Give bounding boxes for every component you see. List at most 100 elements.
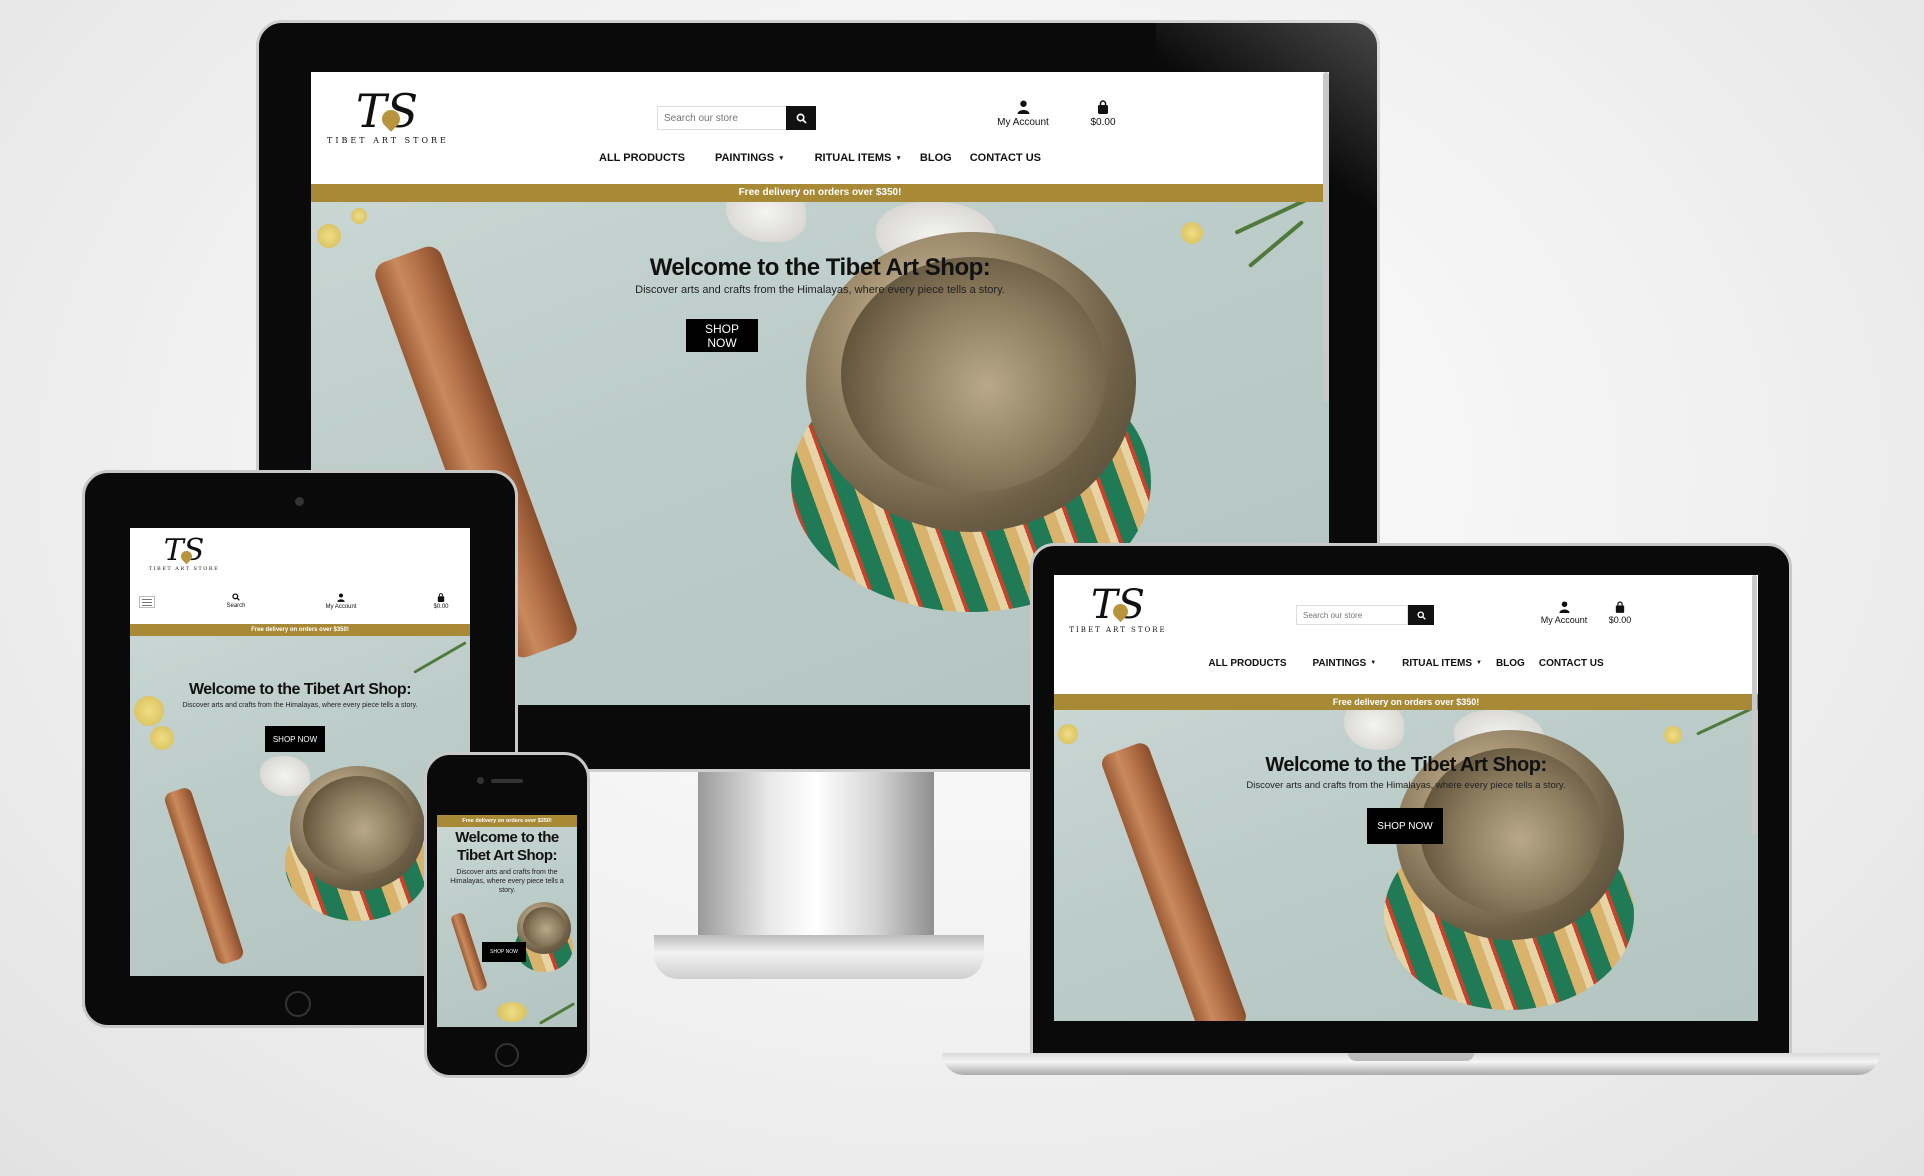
nav-blog[interactable]: BLOG <box>1496 658 1525 669</box>
nav-contact-us[interactable]: CONTACT US <box>970 152 1041 164</box>
monitor-stand-base <box>654 935 984 979</box>
nav-ritual-items-label: RITUAL ITEMS <box>814 152 892 164</box>
nav-all-products[interactable]: ALL PRODUCTS <box>599 152 685 164</box>
nav-ritual-items[interactable]: RITUAL ITEMS ▼ <box>1402 658 1482 669</box>
search-icon <box>232 593 240 601</box>
promo-banner: Free delivery on orders over $350! <box>437 815 577 827</box>
flower-decoration <box>317 224 341 248</box>
cart-total: $0.00 <box>433 604 449 610</box>
laptop-screen: TS TIBET ART STORE My Account $0.00 ALL … <box>1054 575 1758 1021</box>
search-input[interactable] <box>1296 605 1408 625</box>
leaf-decoration <box>538 1002 576 1025</box>
flower-decoration <box>1664 726 1682 744</box>
user-icon <box>337 593 345 602</box>
hero-subtitle: Discover arts and crafts from the Himala… <box>450 869 564 894</box>
promo-banner: Free delivery on orders over $350! <box>311 184 1329 202</box>
rock-decoration <box>726 202 806 242</box>
hero-subtitle: Discover arts and crafts from the Himala… <box>182 702 418 709</box>
phone-speaker <box>491 779 523 783</box>
hero-subtitle: Discover arts and crafts from the Himala… <box>1246 780 1566 791</box>
caret-down-icon: ▼ <box>778 154 785 162</box>
cart-total: $0.00 <box>1608 615 1632 625</box>
promo-banner: Free delivery on orders over $350! <box>1054 694 1758 710</box>
phone: Free delivery on orders over $350! Welco… <box>424 752 590 1078</box>
leaf-decoration <box>1696 710 1752 736</box>
logo[interactable]: TS TIBET ART STORE <box>1068 585 1168 634</box>
scrollbar[interactable] <box>1323 72 1329 402</box>
hero-title: Welcome to the Tibet Art Shop: <box>455 829 559 864</box>
shopping-bag-icon <box>437 593 445 602</box>
account-label: My Account <box>997 117 1049 128</box>
hero-title: Welcome to the Tibet Art Shop: <box>1265 754 1547 776</box>
caret-down-icon: ▼ <box>895 154 902 162</box>
nav-paintings-label: PAINTINGS <box>714 152 775 164</box>
caret-down-icon: ▼ <box>1370 660 1377 667</box>
nav-blog[interactable]: BLOG <box>920 152 952 164</box>
singing-bowl-inside <box>303 776 413 874</box>
monitor-stand-neck <box>698 772 934 942</box>
search-link[interactable]: Search <box>216 593 256 609</box>
user-icon <box>1017 100 1029 114</box>
hamburger-menu-icon[interactable] <box>139 596 155 608</box>
cart-total: $0.00 <box>1090 117 1116 128</box>
laptop-notch <box>1348 1053 1474 1061</box>
main-nav: ALL PRODUCTS PAINTINGS ▼ RITUAL ITEMS ▼ BL… <box>311 152 1329 164</box>
tablet-camera <box>295 497 304 506</box>
search-button[interactable] <box>1408 605 1434 625</box>
shop-now-button[interactable]: SHOP NOW <box>265 726 325 752</box>
cart-link[interactable]: $0.00 <box>1083 100 1123 128</box>
main-nav: ALL PRODUCTS PAINTINGS ▼ RITUAL ITEMS ▼ BL… <box>1054 658 1758 669</box>
scrollbar[interactable] <box>1752 575 1757 835</box>
phone-screen: Free delivery on orders over $350! Welco… <box>437 815 577 1027</box>
search-label: Search <box>226 603 246 609</box>
promo-banner: Free delivery on orders over $350! <box>130 624 470 636</box>
hero: Welcome to the Tibet Art Shop: Discover … <box>130 636 470 976</box>
tablet-screen: TS TIBET ART STORE Search My Account $0.… <box>130 528 470 976</box>
flower-decoration <box>1058 724 1078 744</box>
account-link[interactable]: My Account <box>991 100 1055 128</box>
singing-bowl-inside <box>523 907 565 947</box>
flower-decoration <box>150 726 174 750</box>
hero: Welcome to the Tibet Art Shop: Discover … <box>437 827 577 1027</box>
phone-camera <box>477 777 484 784</box>
nav-all-products[interactable]: ALL PRODUCTS <box>1208 658 1286 669</box>
logo[interactable]: TS TIBET ART STORE <box>327 88 447 145</box>
search-icon <box>796 113 807 124</box>
hero: Welcome to the Tibet Art Shop: Discover … <box>1054 710 1758 1021</box>
search-input[interactable] <box>657 106 787 130</box>
hero-subtitle: Discover arts and crafts from the Himala… <box>635 284 1005 296</box>
account-label: My Account <box>1540 615 1588 625</box>
mallet-decoration <box>162 786 246 966</box>
rock-decoration <box>1344 710 1404 750</box>
user-icon <box>1558 601 1570 613</box>
nav-paintings-label: PAINTINGS <box>1312 658 1367 669</box>
cart-link[interactable]: $0.00 <box>1602 601 1638 625</box>
nav-paintings[interactable]: PAINTINGS ▼ <box>1313 658 1377 669</box>
flower-decoration <box>497 1002 527 1022</box>
logo[interactable]: TS TIBET ART STORE <box>144 536 224 573</box>
shopping-bag-icon <box>1615 601 1625 613</box>
account-link[interactable]: My Account <box>316 593 366 610</box>
caret-down-icon: ▼ <box>1476 660 1482 667</box>
flower-decoration <box>1181 222 1203 244</box>
shop-now-button[interactable]: SHOP NOW <box>686 319 758 352</box>
search-icon <box>1416 610 1426 620</box>
leaf-decoration <box>413 641 467 674</box>
flower-decoration <box>134 696 164 726</box>
tablet-home-button <box>285 991 311 1017</box>
shop-now-button[interactable]: SHOP NOW <box>1367 808 1443 844</box>
search-button[interactable] <box>786 106 816 130</box>
hero-title: Welcome to the Tibet Art Shop: <box>188 681 412 698</box>
nav-ritual-items[interactable]: RITUAL ITEMS ▼ <box>815 152 902 164</box>
laptop: TS TIBET ART STORE My Account $0.00 ALL … <box>942 543 1880 1083</box>
account-label: My Account <box>325 604 357 610</box>
account-link[interactable]: My Account <box>1534 601 1594 625</box>
nav-paintings[interactable]: PAINTINGS ▼ <box>715 152 785 164</box>
nav-contact-us[interactable]: CONTACT US <box>1539 658 1604 669</box>
cart-link[interactable]: $0.00 <box>426 593 456 610</box>
shop-now-button[interactable]: SHOP NOW <box>482 942 526 962</box>
phone-home-button <box>495 1043 519 1067</box>
shopping-bag-icon <box>1098 100 1108 114</box>
flower-decoration <box>351 208 367 224</box>
leaf-decoration <box>1234 202 1318 235</box>
